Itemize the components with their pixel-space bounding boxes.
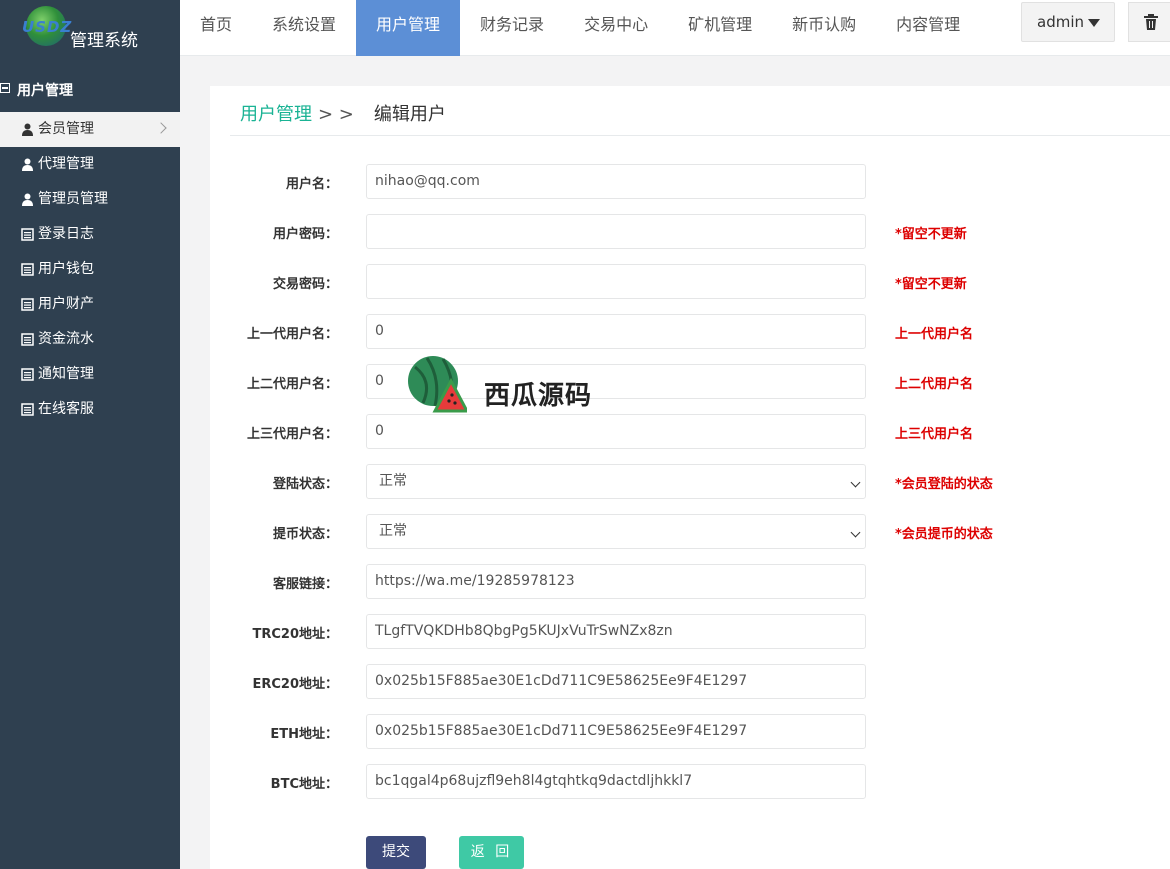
sidebar-item-label: 通知管理 — [38, 366, 94, 382]
user-icon — [22, 158, 33, 171]
sidebar-item-label: 登录日志 — [38, 226, 94, 242]
sidebar-item-user-wallet[interactable]: 用户钱包 — [0, 252, 180, 287]
nav-item-miner-management[interactable]: 矿机管理 — [668, 0, 772, 56]
trash-icon — [1144, 14, 1158, 30]
list-icon — [21, 368, 34, 381]
sidebar-item-label: 在线客服 — [38, 401, 94, 417]
parent-level3-input[interactable]: 0 — [366, 414, 866, 449]
withdraw-status-value: 正常 — [379, 523, 407, 539]
user-password-label: 用户密码： — [272, 227, 338, 242]
chevron-right-icon — [155, 122, 167, 134]
parent-level3-label: 上三代用户名： — [246, 427, 338, 442]
user-icon — [22, 123, 33, 136]
chevron-down-icon — [850, 527, 861, 538]
admin-dropdown-button[interactable]: admin — [1021, 2, 1115, 42]
nav-item-system-settings[interactable]: 系统设置 — [252, 0, 356, 56]
submit-button[interactable]: 提交 — [366, 836, 426, 869]
login-status-hint: *会员登陆的状态 — [895, 477, 993, 492]
sidebar-item-label: 资金流水 — [38, 331, 94, 347]
watermelon-logo-icon — [408, 356, 467, 413]
eth-address-label: ETH地址： — [270, 727, 338, 742]
main-nav: 首页 系统设置 用户管理 财务记录 交易中心 矿机管理 新币认购 内容管理 — [180, 0, 980, 56]
trc20-address-label: TRC20地址： — [252, 627, 338, 642]
withdraw-status-label: 提币状态： — [272, 527, 338, 542]
parent-level2-hint: 上二代用户名 — [895, 377, 974, 392]
trc20-address-input[interactable]: TLgfTVQKDHb8QbgPg5KUJxVuTrSwNZx8zn — [366, 614, 866, 649]
nav-item-trading-center[interactable]: 交易中心 — [564, 0, 668, 56]
breadcrumb: 用户管理 > > 编辑用户 — [240, 100, 446, 126]
withdraw-status-select[interactable]: 正常 — [366, 514, 866, 549]
trade-password-input[interactable] — [366, 264, 866, 299]
sidebar-item-login-log[interactable]: 登录日志 — [0, 217, 180, 252]
page-title: 编辑用户 — [373, 104, 446, 125]
sidebar-menu: 会员管理 代理管理 管理员管理 登录日志 用户钱包 用户财产 资金流水 通知管理… — [0, 112, 180, 427]
nav-item-home[interactable]: 首页 — [180, 0, 252, 56]
trade-password-hint: *留空不更新 — [895, 277, 967, 292]
list-icon — [21, 263, 34, 276]
sidebar: 用户管理 会员管理 代理管理 管理员管理 登录日志 用户钱包 用户财产 资金流水… — [0, 56, 180, 869]
username-label: 用户名： — [285, 177, 338, 192]
nav-item-new-coin-subscription[interactable]: 新币认购 — [772, 0, 876, 56]
parent-level3-hint: 上三代用户名 — [895, 427, 974, 442]
btc-address-label: BTC地址： — [270, 777, 338, 792]
watermark-text: 西瓜源码 — [484, 381, 593, 411]
parent-level1-hint: 上一代用户名 — [895, 327, 974, 342]
list-icon — [21, 298, 34, 311]
sidebar-item-online-support[interactable]: 在线客服 — [0, 392, 180, 427]
sidebar-item-admin-management[interactable]: 管理员管理 — [0, 182, 180, 217]
support-link-input[interactable]: https://wa.me/19285978123 — [366, 564, 866, 599]
trade-password-label: 交易密码： — [272, 277, 338, 292]
logo-text: USDZ — [22, 18, 73, 36]
erc20-address-label: ERC20地址： — [252, 677, 338, 692]
sidebar-section-title: 用户管理 — [17, 83, 73, 99]
login-status-label: 登陆状态： — [272, 477, 338, 492]
sidebar-item-notification-management[interactable]: 通知管理 — [0, 357, 180, 392]
sidebar-item-label: 管理员管理 — [38, 191, 108, 207]
back-button[interactable]: 返 回 — [459, 836, 524, 869]
system-name: 管理系统 — [70, 31, 138, 51]
username-input[interactable]: nihao@qq.com — [366, 164, 866, 199]
sidebar-item-agent-management[interactable]: 代理管理 — [0, 147, 180, 182]
parent-level1-label: 上一代用户名： — [246, 327, 338, 342]
clear-cache-button[interactable] — [1128, 2, 1170, 42]
list-icon — [21, 333, 34, 346]
parent-level1-input[interactable]: 0 — [366, 314, 866, 349]
breadcrumb-parent-link[interactable]: 用户管理 — [240, 104, 312, 125]
sidebar-item-label: 用户财产 — [38, 296, 94, 312]
nav-item-user-management[interactable]: 用户管理 — [356, 0, 461, 56]
support-link-label: 客服链接： — [272, 577, 338, 592]
nav-item-finance-records[interactable]: 财务记录 — [460, 0, 564, 56]
list-icon — [21, 403, 34, 416]
login-status-value: 正常 — [379, 473, 407, 489]
sidebar-item-label: 用户钱包 — [38, 261, 94, 277]
sidebar-item-label: 代理管理 — [38, 156, 94, 172]
sidebar-item-member-management[interactable]: 会员管理 — [0, 112, 180, 147]
brand-logo[interactable]: USDZ 管理系统 — [0, 0, 180, 56]
list-icon — [21, 228, 34, 241]
chevron-down-icon — [850, 477, 861, 488]
erc20-address-input[interactable]: 0x025b15F885ae30E1cDd711C9E58625Ee9F4E12… — [366, 664, 866, 699]
caret-down-icon — [1088, 19, 1100, 27]
sidebar-section-header[interactable]: 用户管理 — [0, 78, 180, 100]
sidebar-item-fund-flow[interactable]: 资金流水 — [0, 322, 180, 357]
btc-address-input[interactable]: bc1qgal4p68ujzfl9eh8l4gtqhtkq9dactdljhkk… — [366, 764, 866, 799]
login-status-select[interactable]: 正常 — [366, 464, 866, 499]
parent-level2-label: 上二代用户名： — [246, 377, 338, 392]
user-password-hint: *留空不更新 — [895, 227, 967, 242]
withdraw-status-hint: *会员提币的状态 — [895, 527, 993, 542]
collapse-minus-icon — [0, 83, 10, 93]
admin-label: admin — [1037, 13, 1084, 31]
eth-address-input[interactable]: 0x025b15F885ae30E1cDd711C9E58625Ee9F4E12… — [366, 714, 866, 749]
watermark: 西瓜源码 — [405, 355, 605, 419]
sidebar-item-label: 会员管理 — [38, 121, 94, 137]
breadcrumb-separator: > > — [318, 104, 354, 125]
nav-item-content-management[interactable]: 内容管理 — [876, 0, 980, 56]
divider — [230, 135, 1170, 136]
user-password-input[interactable] — [366, 214, 866, 249]
top-navbar: USDZ 管理系统 首页 系统设置 用户管理 财务记录 交易中心 矿机管理 新币… — [0, 0, 1170, 56]
user-icon — [22, 193, 33, 206]
sidebar-item-user-assets[interactable]: 用户财产 — [0, 287, 180, 322]
